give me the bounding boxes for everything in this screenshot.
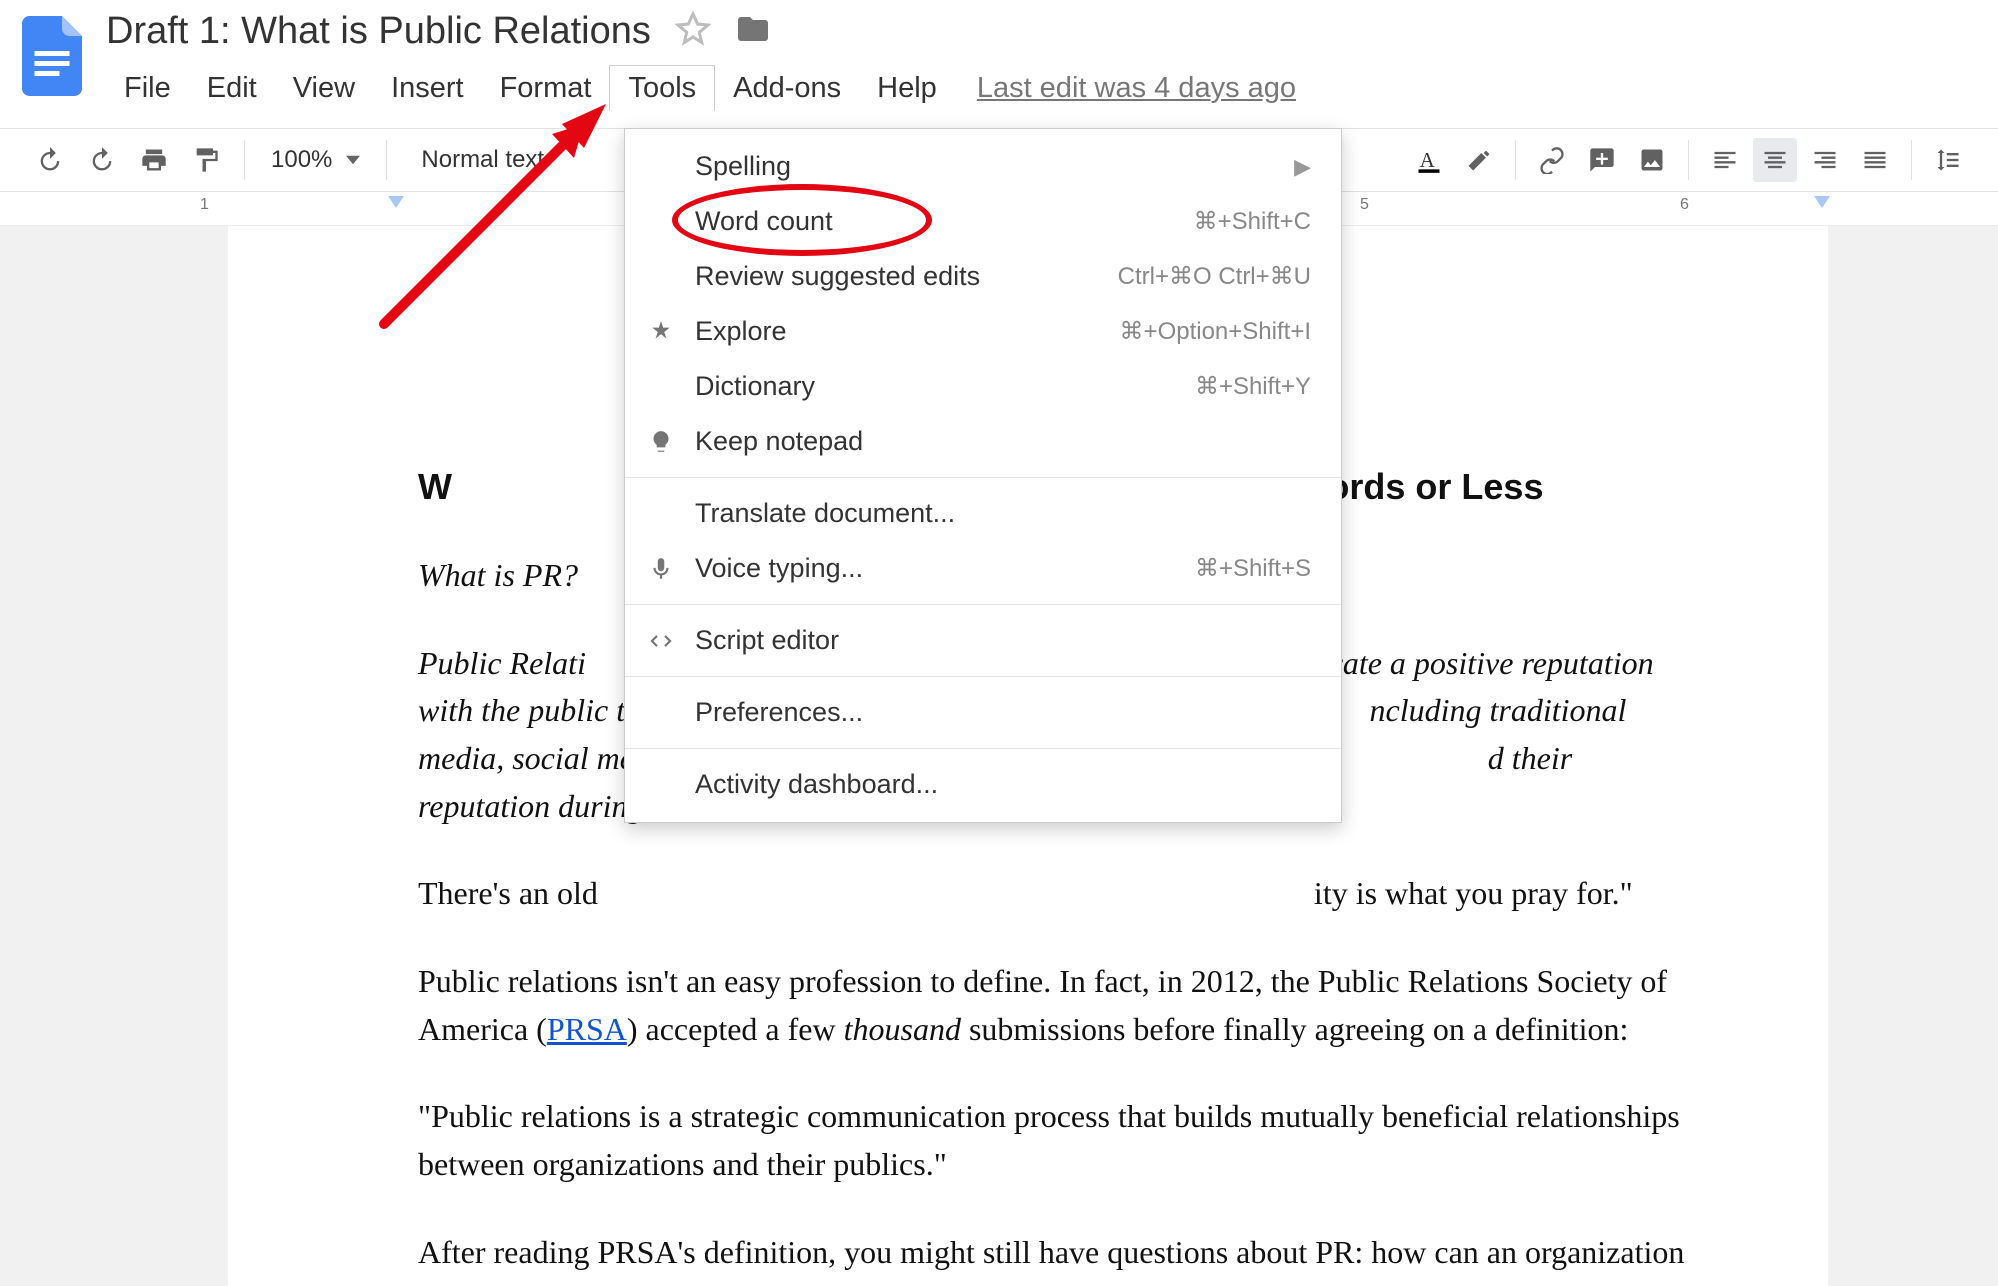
- google-docs-icon[interactable]: [22, 16, 82, 96]
- shortcut-label: ⌘+Shift+Y: [1195, 372, 1311, 401]
- ruler-tick-1: 1: [200, 196, 209, 214]
- indent-marker-left[interactable]: [386, 194, 406, 219]
- tools-spelling[interactable]: Spelling ▶: [625, 139, 1341, 194]
- lightbulb-icon: [645, 426, 677, 458]
- star-icon[interactable]: [675, 11, 711, 52]
- doc-paragraph-4: Public relations isn't an easy professio…: [418, 958, 1698, 1053]
- line-spacing-button[interactable]: [1926, 138, 1970, 182]
- shortcut-label: ⌘+Shift+S: [1195, 554, 1311, 583]
- ruler-tick-5: 5: [1360, 196, 1369, 214]
- prsa-link[interactable]: PRSA: [547, 1011, 627, 1047]
- menu-view[interactable]: View: [275, 66, 373, 111]
- highlight-button[interactable]: [1457, 138, 1501, 182]
- add-comment-button[interactable]: [1580, 138, 1624, 182]
- last-edit-link[interactable]: Last edit was 4 days ago: [977, 72, 1296, 105]
- microphone-icon: [645, 553, 677, 585]
- document-title[interactable]: Draft 1: What is Public Relations: [106, 10, 651, 53]
- code-icon: [645, 625, 677, 657]
- ruler-tick-6: 6: [1680, 196, 1689, 214]
- menu-insert[interactable]: Insert: [373, 66, 482, 111]
- tools-preferences[interactable]: Preferences...: [625, 685, 1341, 740]
- undo-button[interactable]: [28, 138, 72, 182]
- shortcut-label: Ctrl+⌘O Ctrl+⌘U: [1118, 262, 1311, 291]
- menu-bar: File Edit View Insert Format Tools Add-o…: [106, 65, 1296, 111]
- menu-tools[interactable]: Tools: [609, 65, 715, 111]
- tools-word-count[interactable]: Word count ⌘+Shift+C: [625, 194, 1341, 249]
- explore-icon: [645, 316, 677, 348]
- insert-link-button[interactable]: [1530, 138, 1574, 182]
- print-button[interactable]: [132, 138, 176, 182]
- shortcut-label: ⌘+Option+Shift+I: [1120, 317, 1311, 346]
- zoom-value: 100%: [271, 146, 332, 174]
- svg-text:A: A: [1420, 148, 1436, 172]
- align-left-button[interactable]: [1703, 138, 1747, 182]
- tools-keep-notepad[interactable]: Keep notepad: [625, 414, 1341, 469]
- menu-edit[interactable]: Edit: [189, 66, 275, 111]
- tools-explore[interactable]: Explore ⌘+Option+Shift+I: [625, 304, 1341, 359]
- insert-image-button[interactable]: [1630, 138, 1674, 182]
- caret-down-icon: [346, 146, 360, 174]
- tools-dictionary[interactable]: Dictionary ⌘+Shift+Y: [625, 359, 1341, 414]
- tools-script-editor[interactable]: Script editor: [625, 613, 1341, 668]
- redo-button[interactable]: [80, 138, 124, 182]
- paint-format-button[interactable]: [184, 138, 228, 182]
- title-bar: Draft 1: What is Public Relations File E…: [0, 0, 1998, 120]
- align-right-button[interactable]: [1803, 138, 1847, 182]
- shortcut-label: ⌘+Shift+C: [1194, 207, 1311, 236]
- menu-addons[interactable]: Add-ons: [715, 66, 859, 111]
- indent-marker-right[interactable]: [1812, 194, 1832, 219]
- tools-translate[interactable]: Translate document...: [625, 486, 1341, 541]
- paragraph-style-select[interactable]: Normal text: [403, 146, 562, 174]
- doc-paragraph-5: "Public relations is a strategic communi…: [418, 1093, 1698, 1188]
- align-center-button[interactable]: [1753, 138, 1797, 182]
- text-color-button[interactable]: A: [1407, 138, 1451, 182]
- tools-review-suggested-edits[interactable]: Review suggested edits Ctrl+⌘O Ctrl+⌘U: [625, 249, 1341, 304]
- tools-voice-typing[interactable]: Voice typing... ⌘+Shift+S: [625, 541, 1341, 596]
- tools-activity-dashboard[interactable]: Activity dashboard...: [625, 757, 1341, 812]
- align-justify-button[interactable]: [1853, 138, 1897, 182]
- submenu-arrow-icon: ▶: [1294, 154, 1311, 180]
- menu-format[interactable]: Format: [482, 66, 610, 111]
- tools-dropdown-menu: Spelling ▶ Word count ⌘+Shift+C Review s…: [624, 128, 1342, 823]
- zoom-select[interactable]: 100%: [261, 146, 370, 174]
- menu-help[interactable]: Help: [859, 66, 955, 111]
- folder-icon[interactable]: [735, 11, 771, 52]
- doc-paragraph-6: After reading PRSA's definition, you mig…: [418, 1229, 1698, 1286]
- menu-file[interactable]: File: [106, 66, 189, 111]
- doc-paragraph-3: There's an old ity is what you pray for.…: [418, 870, 1698, 918]
